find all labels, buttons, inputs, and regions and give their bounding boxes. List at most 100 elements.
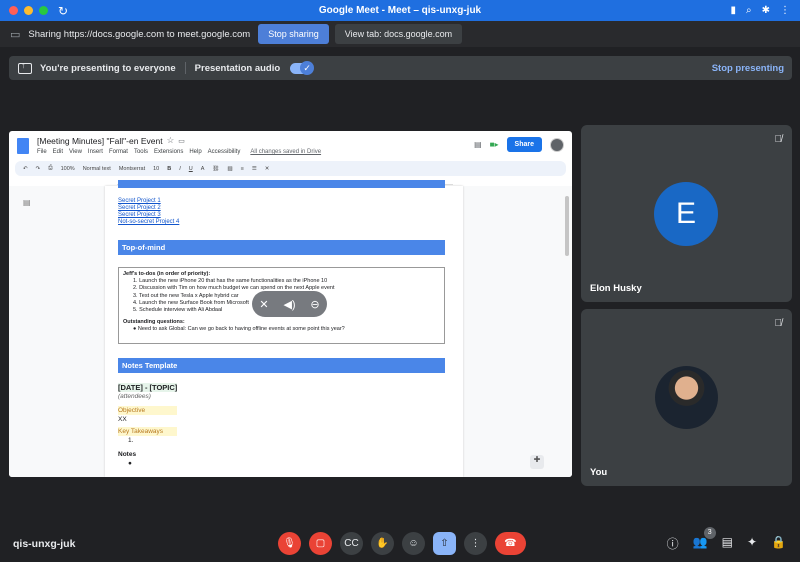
text-color-icon[interactable]: A bbox=[201, 166, 205, 172]
participant-tile[interactable]: 🎙̸ E Elon Husky bbox=[581, 125, 792, 302]
project-link[interactable]: Secret Project 3 bbox=[118, 212, 179, 219]
project-links: Secret Project 1 Secret Project 2 Secret… bbox=[118, 198, 179, 226]
present-button[interactable]: ⇧ bbox=[433, 532, 456, 555]
menu-view[interactable]: View bbox=[69, 149, 82, 155]
section-heading: Notes Template bbox=[118, 358, 445, 373]
remove-icon[interactable]: ⊖ bbox=[310, 298, 319, 311]
doc-title[interactable]: [Meeting Minutes] "Fall"-en Event bbox=[37, 136, 163, 146]
todos-title: Jeff's to-dos (in order of priority): bbox=[123, 271, 211, 277]
menu-insert[interactable]: Insert bbox=[88, 149, 103, 155]
project-link[interactable]: Secret Project 1 bbox=[118, 198, 179, 205]
raise-hand-button[interactable]: ✋ bbox=[371, 532, 394, 555]
meet-icon[interactable]: ■▸ bbox=[490, 140, 499, 149]
link-icon[interactable]: ⛓ bbox=[212, 166, 219, 172]
doc-body: ▤ Secret Project 1 Secret Project 2 Secr… bbox=[9, 180, 572, 477]
scrollbar[interactable] bbox=[565, 196, 569, 256]
stop-presenting-button[interactable]: Stop presenting bbox=[712, 63, 784, 74]
avatar: E bbox=[654, 182, 718, 246]
share-button[interactable]: Share bbox=[506, 137, 542, 152]
present-screen-icon bbox=[18, 60, 32, 74]
menu-tools[interactable]: Tools bbox=[134, 149, 148, 155]
outline-icon[interactable]: ▤ bbox=[23, 198, 31, 207]
view-tab-button[interactable]: View tab: docs.google.com bbox=[334, 24, 463, 44]
date-topic: [DATE] - [TOPIC] bbox=[118, 383, 178, 392]
doc-header: [Meeting Minutes] "Fall"-en Event ☆ ▭ Fi… bbox=[9, 131, 572, 161]
font-select[interactable]: Montserrat bbox=[119, 166, 145, 172]
zoom-select[interactable]: 100% bbox=[61, 166, 75, 172]
presentation-audio-toggle[interactable] bbox=[290, 60, 315, 75]
chat-icon[interactable]: ▤ bbox=[722, 535, 733, 552]
align-icon[interactable]: ≡ bbox=[241, 166, 244, 172]
menu-file[interactable]: File bbox=[37, 149, 47, 155]
people-icon[interactable]: 👥 3 bbox=[693, 527, 716, 552]
camera-toggle-button[interactable]: ▢ bbox=[309, 532, 332, 555]
mic-muted-icon: 🎙̸ bbox=[774, 134, 783, 145]
stop-sharing-button[interactable]: Stop sharing bbox=[258, 24, 329, 44]
call-controls: 🎙 ▢ CC ✋ ☺ ⇧ ⋮ ☎ bbox=[278, 532, 526, 555]
minimize-window-button[interactable] bbox=[24, 6, 33, 15]
docs-logo-icon[interactable] bbox=[17, 138, 29, 154]
divider bbox=[184, 62, 186, 74]
menu-format[interactable]: Format bbox=[109, 149, 128, 155]
style-select[interactable]: Normal text bbox=[83, 166, 111, 172]
leave-call-button[interactable]: ☎ bbox=[495, 532, 526, 555]
more-options-icon[interactable]: ⋮ bbox=[780, 5, 790, 16]
host-controls-icon[interactable]: 🔒 bbox=[771, 535, 786, 552]
redo-icon[interactable]: ↷ bbox=[36, 166, 41, 172]
project-link[interactable]: Secret Project 2 bbox=[118, 205, 179, 212]
zoom-icon[interactable]: ⌕ bbox=[746, 5, 752, 16]
avatar[interactable] bbox=[550, 137, 564, 152]
info-icon[interactable]: ⓘ bbox=[667, 535, 679, 552]
question-item: ● Need to ask Global: Can we go back to … bbox=[133, 326, 345, 333]
presenting-banner: You're presenting to everyone Presentati… bbox=[9, 56, 792, 80]
list-icon[interactable]: ☰ bbox=[252, 166, 257, 172]
menu-help[interactable]: Help bbox=[189, 149, 201, 155]
comment-icon[interactable]: ▤ bbox=[474, 140, 482, 149]
camera-icon[interactable]: ▮ bbox=[730, 5, 736, 16]
pin-icon[interactable]: ✕ bbox=[259, 298, 268, 311]
italic-icon[interactable]: I bbox=[179, 166, 181, 172]
image-icon[interactable]: ▨ bbox=[227, 166, 232, 172]
participant-tile-self[interactable]: 🎙̸ You bbox=[581, 309, 792, 486]
menu-extensions[interactable]: Extensions bbox=[154, 149, 183, 155]
volume-icon[interactable]: ◀) bbox=[283, 298, 295, 311]
extensions-icon[interactable]: ✱ bbox=[762, 5, 770, 16]
bold-icon[interactable]: B bbox=[167, 166, 171, 172]
mic-toggle-button[interactable]: 🎙 bbox=[278, 532, 301, 555]
attendees: (attendees) bbox=[118, 393, 151, 400]
undo-icon[interactable]: ↶ bbox=[23, 166, 28, 172]
folder-icon[interactable]: ▭ bbox=[178, 137, 185, 145]
menu-edit[interactable]: Edit bbox=[53, 149, 63, 155]
explore-icon[interactable]: ✚ bbox=[530, 455, 544, 469]
window-titlebar: ↻ Google Meet - Meet – qis-unxg-juk ▮ ⌕ … bbox=[0, 0, 800, 21]
doc-actions: ▤ ■▸ Share bbox=[474, 137, 564, 152]
doc-menu-bar: File Edit View Insert Format Tools Exten… bbox=[37, 149, 321, 155]
more-options-button[interactable]: ⋮ bbox=[464, 532, 487, 555]
self-video bbox=[655, 366, 718, 429]
people-count-badge: 3 bbox=[703, 527, 716, 539]
doc-page[interactable]: Secret Project 1 Secret Project 2 Secret… bbox=[105, 180, 463, 477]
underline-icon[interactable]: U bbox=[189, 166, 193, 172]
close-window-button[interactable] bbox=[9, 6, 18, 15]
project-link[interactable]: Not-so-secret Project 4 bbox=[118, 219, 179, 226]
saved-status[interactable]: All changes saved in Drive bbox=[250, 149, 321, 155]
captions-button[interactable]: CC bbox=[340, 532, 363, 555]
maximize-window-button[interactable] bbox=[39, 6, 48, 15]
reload-icon[interactable]: ↻ bbox=[58, 4, 68, 18]
todo-item: 1. Launch the new iPhone 20 that has the… bbox=[133, 278, 328, 285]
star-icon[interactable]: ☆ bbox=[167, 135, 175, 146]
tab-sharing-bar: ▭ Sharing https://docs.google.com to mee… bbox=[0, 21, 800, 47]
clear-format-icon[interactable]: ✕ bbox=[265, 166, 270, 172]
titlebar-extensions: ▮ ⌕ ✱ ⋮ bbox=[730, 5, 790, 16]
mic-muted-icon: 🎙̸ bbox=[774, 318, 783, 329]
questions-title: Outstanding questions: bbox=[123, 319, 185, 326]
print-icon[interactable]: ⎙ bbox=[48, 165, 52, 172]
emoji-button[interactable]: ☺ bbox=[402, 532, 425, 555]
notes-template: [DATE] - [TOPIC] (attendees) Objective X… bbox=[118, 383, 178, 468]
menu-accessibility[interactable]: Accessibility bbox=[208, 149, 241, 155]
doc-title-row: [Meeting Minutes] "Fall"-en Event ☆ ▭ bbox=[37, 135, 321, 146]
activities-icon[interactable]: ✦ bbox=[747, 535, 757, 552]
font-size-field[interactable]: 10 bbox=[153, 166, 159, 172]
notes-label: Notes bbox=[118, 451, 137, 458]
objective-value: XX bbox=[118, 416, 127, 423]
